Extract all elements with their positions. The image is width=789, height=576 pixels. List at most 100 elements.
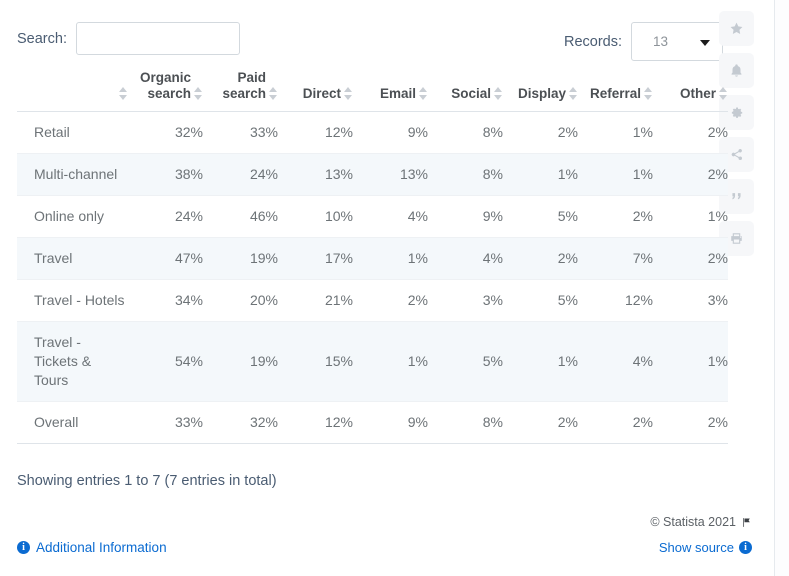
column-header-label: Other bbox=[679, 86, 716, 101]
row-value-cell: 4% bbox=[428, 237, 503, 280]
column-header-organic-search[interactable]: Organic search bbox=[128, 70, 203, 112]
row-value-cell: 38% bbox=[128, 153, 203, 196]
table-row: Travel - Tickets & Tours 54% 19% 15% 1% 5% 1% 4… bbox=[17, 321, 728, 402]
additional-information-link[interactable]: i Additional Information bbox=[17, 540, 167, 555]
row-value-cell: 21% bbox=[278, 279, 353, 322]
row-value-cell: 9% bbox=[353, 111, 428, 154]
copyright-notice: © Statista 2021 bbox=[650, 515, 752, 529]
additional-information-label: Additional Information bbox=[36, 540, 167, 555]
info-icon: i bbox=[17, 541, 30, 554]
table-row: Multi-channel 38% 24% 13% 13% 8% 1% 1% 2% bbox=[17, 153, 728, 196]
info-icon: i bbox=[739, 541, 752, 554]
sort-icon[interactable] bbox=[494, 86, 503, 101]
sort-icon[interactable] bbox=[419, 86, 428, 101]
row-category-cell: Retail bbox=[17, 111, 128, 154]
column-header-label: Paid search bbox=[222, 70, 266, 101]
page-right-gutter bbox=[776, 0, 789, 576]
show-source-link[interactable]: Show source i bbox=[659, 540, 752, 555]
column-header-label: Referral bbox=[589, 86, 641, 101]
column-header-display[interactable]: Display bbox=[503, 70, 578, 112]
sort-icon[interactable] bbox=[644, 86, 653, 101]
row-value-cell: 2% bbox=[653, 111, 728, 154]
row-value-cell: 4% bbox=[353, 195, 428, 238]
row-category-cell: Travel - Tickets & Tours bbox=[17, 321, 128, 402]
row-value-cell: 8% bbox=[428, 111, 503, 154]
row-value-cell: 13% bbox=[278, 153, 353, 196]
row-value-cell: 24% bbox=[203, 153, 278, 196]
row-value-cell: 2% bbox=[503, 401, 578, 444]
row-value-cell: 9% bbox=[428, 195, 503, 238]
sort-icon[interactable] bbox=[719, 86, 728, 101]
table-header: Organic search Paid search Direct Email … bbox=[17, 70, 728, 112]
column-header-social[interactable]: Social bbox=[428, 70, 503, 112]
row-value-cell: 1% bbox=[353, 237, 428, 280]
row-category-cell: Overall bbox=[17, 401, 128, 444]
table-controls-bar: Search: Records: 13 bbox=[0, 0, 775, 70]
flag-icon[interactable] bbox=[741, 517, 752, 528]
column-header-direct[interactable]: Direct bbox=[278, 70, 353, 112]
table-row: Travel - Hotels 34% 20% 21% 2% 3% 5% 12% 3% bbox=[17, 279, 728, 322]
row-value-cell: 19% bbox=[203, 237, 278, 280]
search-input[interactable] bbox=[75, 22, 240, 55]
table-header-row: Organic search Paid search Direct Email … bbox=[17, 70, 728, 112]
row-category-cell: Travel - Hotels bbox=[17, 279, 128, 322]
row-value-cell: 1% bbox=[503, 321, 578, 402]
row-value-cell: 4% bbox=[578, 321, 653, 402]
row-value-cell: 24% bbox=[128, 195, 203, 238]
row-category-cell: Online only bbox=[17, 195, 128, 238]
print-icon bbox=[729, 231, 744, 246]
row-value-cell: 33% bbox=[128, 401, 203, 444]
row-value-cell: 2% bbox=[578, 401, 653, 444]
showing-entries-text: Showing entries 1 to 7 (7 entries in tot… bbox=[17, 473, 277, 489]
row-value-cell: 5% bbox=[503, 279, 578, 322]
data-table: Organic search Paid search Direct Email … bbox=[17, 70, 728, 444]
search-label: Search: bbox=[17, 30, 67, 47]
column-header-email[interactable]: Email bbox=[353, 70, 428, 112]
sort-icon[interactable] bbox=[344, 86, 353, 101]
row-value-cell: 12% bbox=[278, 401, 353, 444]
content-pane: Search: Records: 13 Organic search Paid … bbox=[0, 0, 775, 576]
column-header-category[interactable] bbox=[17, 70, 128, 112]
row-value-cell: 47% bbox=[128, 237, 203, 280]
sort-icon[interactable] bbox=[569, 86, 578, 101]
sort-icon[interactable] bbox=[194, 86, 203, 101]
column-header-label: Social bbox=[451, 86, 491, 101]
row-value-cell: 13% bbox=[353, 153, 428, 196]
records-select[interactable]: 13 bbox=[631, 22, 723, 61]
row-category-cell: Multi-channel bbox=[17, 153, 128, 196]
row-value-cell: 1% bbox=[353, 321, 428, 402]
row-value-cell: 32% bbox=[128, 111, 203, 154]
row-value-cell: 1% bbox=[653, 321, 728, 402]
column-header-referral[interactable]: Referral bbox=[578, 70, 653, 112]
row-value-cell: 8% bbox=[428, 153, 503, 196]
row-value-cell: 1% bbox=[653, 195, 728, 238]
search-group: Search: bbox=[17, 22, 240, 55]
row-value-cell: 12% bbox=[278, 111, 353, 154]
row-value-cell: 9% bbox=[353, 401, 428, 444]
row-value-cell: 1% bbox=[503, 153, 578, 196]
row-value-cell: 10% bbox=[278, 195, 353, 238]
sort-icon[interactable] bbox=[269, 86, 278, 101]
bell-icon bbox=[729, 63, 744, 78]
row-value-cell: 2% bbox=[653, 237, 728, 280]
page-root: Search: Records: 13 Organic search Paid … bbox=[0, 0, 789, 576]
row-value-cell: 3% bbox=[428, 279, 503, 322]
share-icon bbox=[729, 147, 744, 162]
column-header-other[interactable]: Other bbox=[653, 70, 728, 112]
star-icon bbox=[729, 21, 744, 36]
sort-icon[interactable] bbox=[119, 86, 128, 101]
row-value-cell: 5% bbox=[428, 321, 503, 402]
column-header-label: Email bbox=[379, 86, 416, 101]
row-value-cell: 7% bbox=[578, 237, 653, 280]
table-body: Retail 32% 33% 12% 9% 8% 2% 1% 2% Multi-channel 38… bbox=[17, 111, 728, 444]
row-value-cell: 12% bbox=[578, 279, 653, 322]
row-value-cell: 34% bbox=[128, 279, 203, 322]
favorite-button[interactable] bbox=[719, 11, 754, 46]
table-row: Overall 33% 32% 12% 9% 8% 2% 2% 2% bbox=[17, 401, 728, 444]
chevron-down-icon bbox=[700, 39, 710, 46]
row-value-cell: 2% bbox=[353, 279, 428, 322]
quote-icon bbox=[729, 189, 744, 204]
column-header-paid-search[interactable]: Paid search bbox=[203, 70, 278, 112]
column-header-label: Direct bbox=[302, 86, 341, 101]
row-value-cell: 8% bbox=[428, 401, 503, 444]
